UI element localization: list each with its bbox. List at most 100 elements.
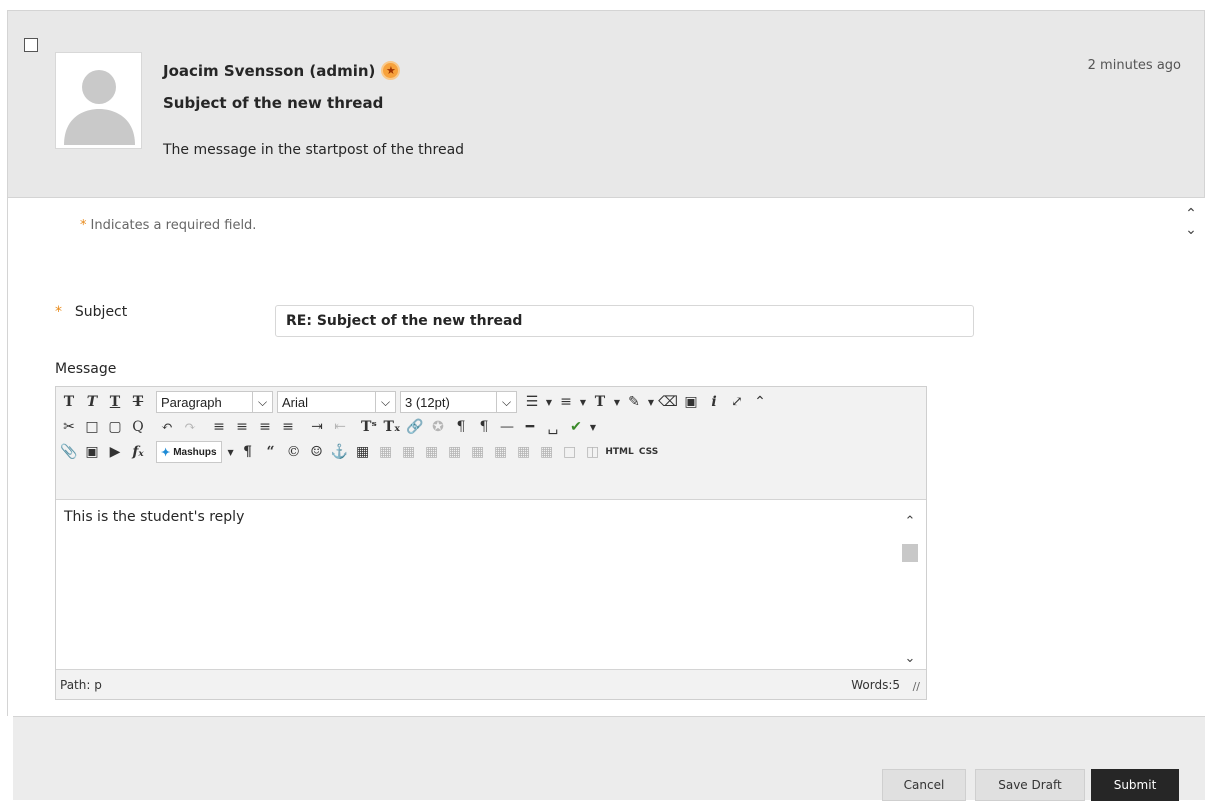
editor-scrollbar[interactable]: ⌃ ⌄	[902, 514, 918, 666]
table-delete-row-icon[interactable]: ▦	[421, 441, 443, 463]
table-cell-icon[interactable]: □	[559, 441, 581, 463]
mashups-dropdown[interactable]: ✦ Mashups	[156, 441, 222, 463]
required-star: *	[55, 304, 62, 320]
editor-status-bar: Path: p Words:5 ∕∕	[56, 669, 926, 699]
blockquote-icon[interactable]: “	[260, 441, 282, 463]
anchor-icon[interactable]: ⚓	[329, 441, 351, 463]
editor-content-area[interactable]: This is the student's reply ⌃ ⌄	[56, 499, 926, 669]
align-justify-icon[interactable]: ≡	[277, 416, 299, 438]
thick-rule-icon[interactable]: ━	[519, 416, 541, 438]
collapse-toolbar-icon[interactable]: ⌃	[749, 391, 771, 413]
cut-icon[interactable]: ✂	[58, 416, 80, 438]
nonbreaking-space-icon[interactable]: ␣	[542, 416, 564, 438]
fullscreen-icon[interactable]: ⤢	[726, 391, 748, 413]
preview-icon[interactable]: ▣	[680, 391, 702, 413]
ltr-icon[interactable]: ¶	[450, 416, 472, 438]
resize-grip-icon[interactable]: ∕∕	[913, 680, 920, 693]
form-scrollbar[interactable]: ⌃ ⌄	[1183, 206, 1199, 246]
horizontal-rule-icon[interactable]: —	[496, 416, 518, 438]
table-col-after-icon[interactable]: ▦	[467, 441, 489, 463]
table-row-after-icon[interactable]: ▦	[398, 441, 420, 463]
select-post-checkbox[interactable]	[24, 38, 38, 52]
spellcheck-icon[interactable]: ✔	[565, 416, 587, 438]
scroll-down-icon[interactable]: ⌄	[902, 651, 918, 666]
dropdown-arrow-icon[interactable]: ▼	[612, 391, 622, 413]
chevron-down-icon: ⌵	[252, 392, 272, 412]
dropdown-arrow-icon[interactable]: ▼	[544, 391, 554, 413]
numbered-list-icon[interactable]: ≡	[555, 391, 577, 413]
bold-icon[interactable]: T	[58, 391, 80, 413]
superscript-icon[interactable]: Tˢ	[358, 416, 380, 438]
cancel-button[interactable]: Cancel	[882, 769, 966, 801]
subscript-icon[interactable]: Tₓ	[381, 416, 403, 438]
align-right-icon[interactable]: ≡	[254, 416, 276, 438]
insert-table-icon[interactable]: ▦	[352, 441, 374, 463]
dropdown-arrow-icon[interactable]: ▼	[646, 391, 656, 413]
insert-image-icon[interactable]: ▣	[81, 441, 103, 463]
math-formula-icon[interactable]: fₓ	[127, 441, 149, 463]
paste-icon[interactable]: ▢	[104, 416, 126, 438]
format-select[interactable]: Paragraph ⌵	[156, 391, 273, 413]
html-source-button[interactable]: HTML	[605, 441, 635, 463]
submit-button[interactable]: Submit	[1091, 769, 1179, 801]
highlight-icon[interactable]: ✎	[623, 391, 645, 413]
table-row-before-icon[interactable]: ▦	[375, 441, 397, 463]
underline-icon[interactable]: T	[104, 391, 126, 413]
font-size-select[interactable]: 3 (12pt) ⌵	[400, 391, 517, 413]
link-icon[interactable]: 🔗	[404, 416, 426, 438]
save-draft-button[interactable]: Save Draft	[975, 769, 1085, 801]
chevron-down-icon: ⌵	[375, 392, 395, 412]
dropdown-arrow-icon[interactable]: ▼	[588, 416, 598, 438]
scroll-up-icon[interactable]: ⌃	[902, 514, 918, 529]
find-icon[interactable]: Q	[127, 416, 149, 438]
attachment-icon[interactable]: 📎	[58, 441, 80, 463]
paragraph-mark-icon[interactable]: ¶	[237, 441, 259, 463]
post-message: The message in the startpost of the thre…	[163, 142, 465, 158]
italic-icon[interactable]: T	[81, 391, 103, 413]
table-split-icon[interactable]: ◫	[582, 441, 604, 463]
message-label: Message	[55, 361, 117, 377]
table-delete-col-icon[interactable]: ▦	[490, 441, 512, 463]
copyright-icon[interactable]: ©	[283, 441, 305, 463]
info-icon[interactable]: i	[703, 391, 725, 413]
dropdown-arrow-icon[interactable]: ▼	[578, 391, 588, 413]
admin-badge-icon: ★	[381, 61, 401, 80]
dropdown-arrow-icon[interactable]: ▼	[226, 441, 236, 463]
undo-icon[interactable]: ↶	[156, 416, 178, 438]
text-color-icon[interactable]: T	[589, 391, 611, 413]
word-count: Words:5	[851, 678, 900, 692]
copy-icon[interactable]: □	[81, 416, 103, 438]
insert-media-icon[interactable]: ▶	[104, 441, 126, 463]
bullet-list-icon[interactable]: ☰	[521, 391, 543, 413]
form-footer: Cancel Save Draft Submit	[13, 716, 1205, 801]
reply-form: ⌃ ⌄ * Indicates a required field. * Subje…	[7, 198, 1205, 716]
scroll-down-icon[interactable]: ⌄	[1183, 222, 1199, 238]
indent-icon[interactable]: ⇥	[306, 416, 328, 438]
post-timestamp: 2 minutes ago	[1087, 58, 1181, 73]
emoticon-icon[interactable]: ☺	[306, 441, 328, 463]
post-author-name[interactable]: Joacim Svensson (admin)	[163, 62, 375, 80]
eraser-icon[interactable]: ⌫	[657, 391, 679, 413]
align-left-icon[interactable]: ≡	[208, 416, 230, 438]
post-author: Joacim Svensson (admin) ★	[163, 61, 401, 80]
editor-toolbar-row-2: ✂ □ ▢ Q ↶ ↷ ≡ ≡ ≡ ≡ ⇥ ⇤ Tˢ Tₓ 🔗 ✪ ¶ ¶ — …	[58, 415, 599, 439]
outdent-icon[interactable]: ⇤	[329, 416, 351, 438]
subject-label: * Subject	[55, 304, 128, 320]
table-props-icon[interactable]: ▦	[513, 441, 535, 463]
element-path: Path: p	[60, 678, 102, 692]
subject-input[interactable]	[275, 305, 974, 337]
chevron-down-icon: ⌵	[496, 392, 516, 412]
scroll-thumb[interactable]	[902, 544, 918, 562]
align-center-icon[interactable]: ≡	[231, 416, 253, 438]
strikethrough-icon[interactable]: T	[127, 391, 149, 413]
unlink-icon[interactable]: ✪	[427, 416, 449, 438]
font-family-select[interactable]: Arial ⌵	[277, 391, 396, 413]
css-button[interactable]: CSS	[636, 441, 662, 463]
editor-content[interactable]: This is the student's reply	[64, 509, 244, 525]
table-merge-icon[interactable]: ▦	[536, 441, 558, 463]
scroll-up-icon[interactable]: ⌃	[1183, 206, 1199, 222]
rtl-icon[interactable]: ¶	[473, 416, 495, 438]
redo-icon[interactable]: ↷	[179, 416, 201, 438]
table-col-before-icon[interactable]: ▦	[444, 441, 466, 463]
mashups-icon: ✦	[161, 446, 171, 459]
